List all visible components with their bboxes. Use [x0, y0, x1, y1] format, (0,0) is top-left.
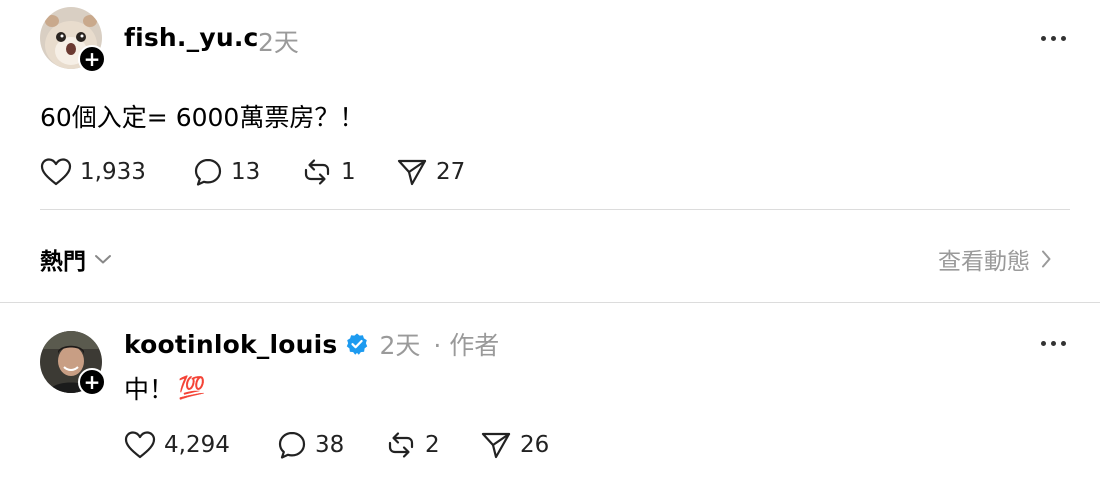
- reply-comment-count: 38: [315, 432, 345, 458]
- repost-icon: [304, 159, 330, 185]
- sort-label: 熱門: [40, 249, 86, 275]
- post-comment-count: 13: [231, 159, 261, 185]
- more-dots-icon: [1041, 36, 1046, 41]
- sort-dropdown[interactable]: 熱門: [40, 242, 112, 276]
- heart-icon: [40, 158, 72, 186]
- reply-time[interactable]: 2天: [380, 326, 421, 362]
- reply-share-button[interactable]: 26: [480, 430, 549, 460]
- chevron-down-icon: [95, 255, 111, 264]
- post-time[interactable]: 2天: [258, 23, 299, 59]
- view-activity-link[interactable]: 查看動態: [938, 242, 1052, 276]
- reply-like-button[interactable]: 4,294: [124, 430, 230, 460]
- post-comment-button[interactable]: 13: [193, 157, 260, 187]
- plus-icon: +: [83, 370, 101, 394]
- reply-repost-count: 2: [425, 432, 440, 458]
- follow-button[interactable]: +: [78, 45, 106, 73]
- reply-share-count: 26: [520, 432, 550, 458]
- comment-bubble-icon: [278, 431, 306, 459]
- reply-follow-button[interactable]: +: [78, 368, 106, 396]
- comment-bubble-icon: [194, 158, 222, 186]
- chevron-right-icon: [1042, 250, 1051, 268]
- post-repost-count: 1: [341, 159, 356, 185]
- reply-more-button[interactable]: [1041, 341, 1066, 346]
- reply-text-row: 中！ 💯: [124, 370, 205, 406]
- post-username[interactable]: fish._yu.c: [124, 23, 259, 52]
- view-activity-label: 查看動態: [938, 249, 1030, 275]
- share-paper-plane-icon: [481, 432, 511, 459]
- more-dots-icon: [1041, 341, 1046, 346]
- reply-comment-button[interactable]: 38: [277, 430, 344, 460]
- reply-text: 中！: [124, 375, 175, 404]
- hundred-points-emoji: 💯: [178, 375, 206, 401]
- post-like-count: 1,933: [80, 159, 146, 185]
- section-divider: [0, 302, 1100, 303]
- share-paper-plane-icon: [397, 159, 427, 186]
- plus-icon: +: [83, 47, 101, 71]
- post-repost-button[interactable]: 1: [301, 157, 356, 187]
- heart-icon: [124, 431, 156, 459]
- post-share-count: 27: [436, 159, 466, 185]
- reply-username[interactable]: kootinlok_louis: [124, 330, 338, 359]
- post-like-button[interactable]: 1,933: [40, 157, 146, 187]
- reply-like-count: 4,294: [164, 432, 230, 458]
- reply-author-tag: · 作者: [433, 331, 500, 360]
- post-text: 60個入定= 6000萬票房？！: [40, 103, 365, 132]
- repost-icon: [388, 432, 414, 458]
- verified-badge-icon: [346, 333, 367, 355]
- post-share-button[interactable]: 27: [396, 157, 465, 187]
- post-more-button[interactable]: [1041, 36, 1066, 41]
- reply-repost-button[interactable]: 2: [385, 430, 440, 460]
- reply-header: kootinlok_louis 2天 · 作者: [124, 326, 500, 362]
- post-divider: [40, 209, 1070, 210]
